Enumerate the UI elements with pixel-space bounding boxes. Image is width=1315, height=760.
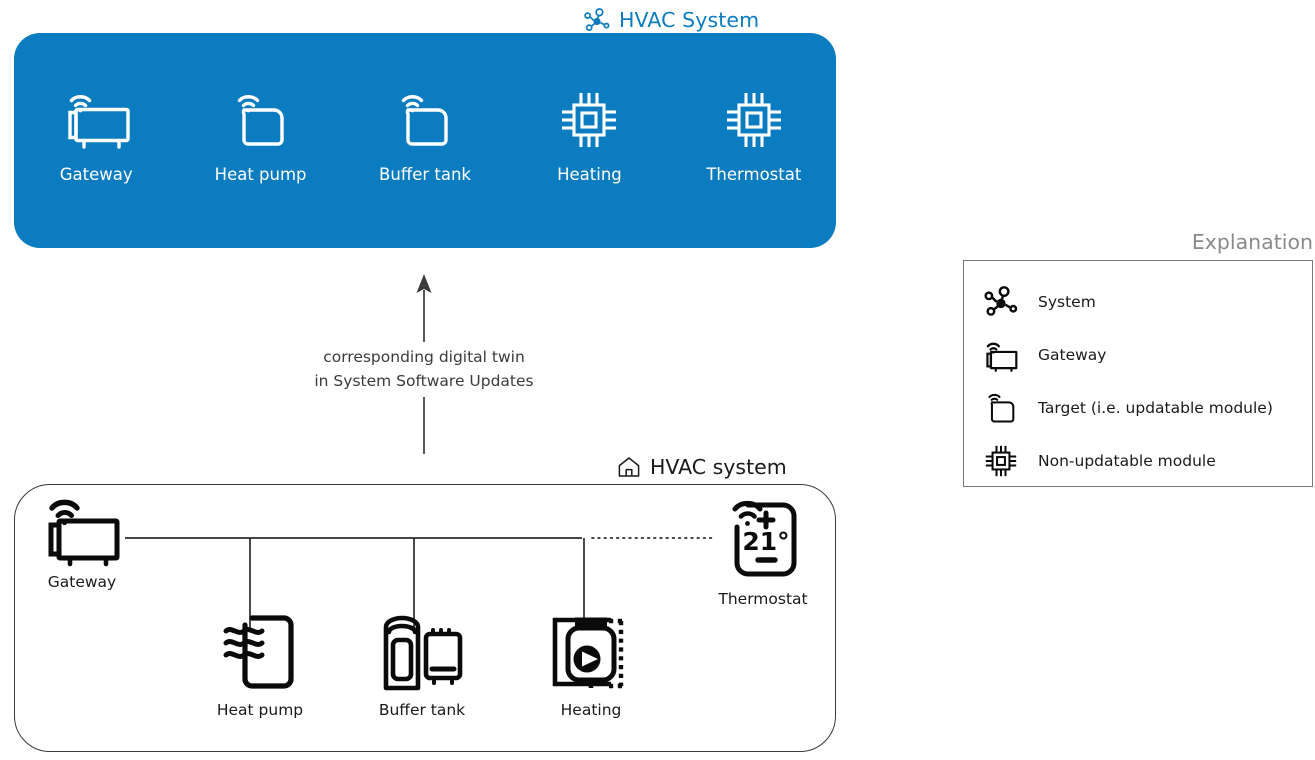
thermostat-reading: 21° (742, 527, 789, 556)
twin-node-heat-pump[interactable]: Heat pump (178, 90, 342, 184)
device-label: Buffer tank (378, 701, 466, 719)
house-icon (617, 455, 641, 479)
legend-box: System Gateway Target (i.e. updatable mo… (963, 260, 1313, 487)
caption-line-1: corresponding digital twin (323, 348, 525, 366)
device-label: Heating (560, 701, 622, 719)
device-heat-pump[interactable]: Heat pump (196, 612, 324, 719)
gateway-icon (980, 338, 1022, 372)
buffer-tank-icon (376, 612, 468, 692)
device-buffer-tank[interactable]: Buffer tank (358, 612, 486, 719)
system-network-icon (980, 286, 1022, 317)
target-module-icon (232, 90, 290, 152)
twin-node-heating[interactable]: Heating (507, 90, 671, 184)
twin-node-buffer-tank[interactable]: Buffer tank (343, 90, 507, 184)
thermostat-icon: 21° (715, 495, 811, 581)
legend-item-label: Non-updatable module (1038, 451, 1216, 470)
chip-icon (980, 443, 1022, 479)
twin-node-label: Gateway (59, 165, 133, 184)
chip-icon (557, 90, 621, 152)
diagram-canvas: HVAC System Gateway Heat pump Buffer tan… (0, 0, 1315, 760)
gateway-icon (34, 492, 130, 567)
legend-item-target: Target (i.e. updatable module) (980, 381, 1312, 434)
digital-twin-panel: Gateway Heat pump Buffer tank Heating Th… (14, 33, 836, 248)
device-thermostat[interactable]: 21° Thermostat (699, 495, 827, 608)
chip-icon (722, 90, 786, 152)
legend-item-non-updatable: Non-updatable module (980, 434, 1312, 487)
system-network-icon (584, 8, 610, 32)
legend-item-gateway: Gateway (980, 328, 1312, 381)
target-module-icon (980, 390, 1022, 426)
twin-node-label: Buffer tank (379, 165, 471, 184)
digital-twin-title-text: HVAC System (619, 8, 760, 32)
legend-item-label: System (1038, 292, 1096, 311)
device-heating[interactable]: Heating (527, 612, 655, 719)
device-gateway[interactable]: Gateway (18, 492, 146, 591)
target-module-icon (396, 90, 454, 152)
caption-line-2: in System Software Updates (314, 371, 534, 390)
twin-node-gateway[interactable]: Gateway (14, 90, 178, 184)
digital-twin-caption: corresponding digital twin in System Sof… (288, 342, 560, 398)
device-label: Gateway (47, 573, 117, 591)
twin-node-thermostat[interactable]: Thermostat (672, 90, 836, 184)
device-label: Heat pump (216, 701, 304, 719)
heat-pump-icon (214, 612, 306, 692)
physical-system-title-text: HVAC system (650, 455, 787, 479)
heating-boiler-icon (545, 612, 637, 692)
twin-node-label: Heat pump (214, 165, 307, 184)
device-label: Thermostat (718, 590, 808, 608)
physical-system-title: HVAC system (617, 453, 787, 481)
legend-item-system: System (980, 275, 1312, 328)
legend-item-label: Target (i.e. updatable module) (1038, 398, 1273, 417)
gateway-icon (57, 90, 135, 152)
legend-item-label: Gateway (1038, 345, 1107, 364)
twin-node-label: Heating (557, 165, 622, 184)
digital-twin-title: HVAC System (584, 6, 759, 34)
twin-node-label: Thermostat (706, 165, 802, 184)
legend-title: Explanation (1191, 230, 1313, 254)
